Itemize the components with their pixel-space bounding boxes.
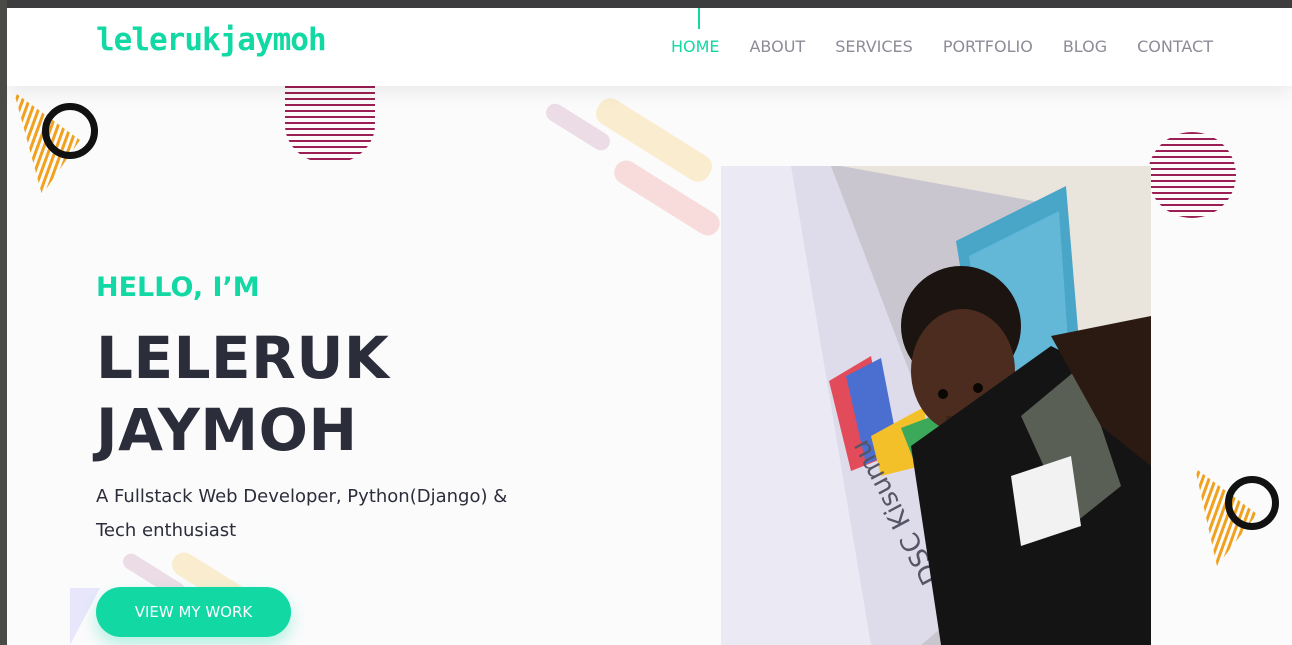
nav-item-about[interactable]: ABOUT: [749, 37, 805, 56]
nav-item-services[interactable]: SERVICES: [835, 37, 913, 56]
main-nav: HOME ABOUT SERVICES PORTFOLIO BLOG CONTA…: [641, 37, 1213, 56]
nav-item-contact[interactable]: CONTACT: [1137, 37, 1213, 56]
nav-item-portfolio[interactable]: PORTFOLIO: [943, 37, 1033, 56]
hero-tagline: A Fullstack Web Developer, Python(Django…: [96, 486, 508, 541]
view-my-work-button[interactable]: VIEW MY WORK: [96, 587, 291, 637]
nav-item-blog[interactable]: BLOG: [1063, 37, 1107, 56]
hero-name-line-1: LELERUK: [96, 324, 390, 392]
profile-photo: DSC Kisumu: [721, 166, 1151, 645]
window-left-edge: [0, 0, 7, 645]
page: lelerukjaymoh HOME ABOUT SERVICES PORTFO…: [7, 8, 1292, 645]
window-top-bar: [0, 0, 1292, 8]
active-nav-indicator: [698, 8, 700, 29]
nav-item-home[interactable]: HOME: [671, 37, 720, 56]
striped-circle-decoration: [285, 86, 375, 164]
hero-greeting: HELLO, I’M: [96, 272, 260, 303]
navbar: lelerukjaymoh HOME ABOUT SERVICES PORTFO…: [7, 8, 1292, 86]
black-ring-decoration: [42, 103, 98, 159]
site-logo[interactable]: lelerukjaymoh: [96, 22, 327, 58]
black-ring-decoration-right: [1225, 476, 1279, 530]
hero-name-line-2: JAYMOH: [96, 396, 358, 464]
striped-circle-decoration-right: [1148, 132, 1236, 218]
